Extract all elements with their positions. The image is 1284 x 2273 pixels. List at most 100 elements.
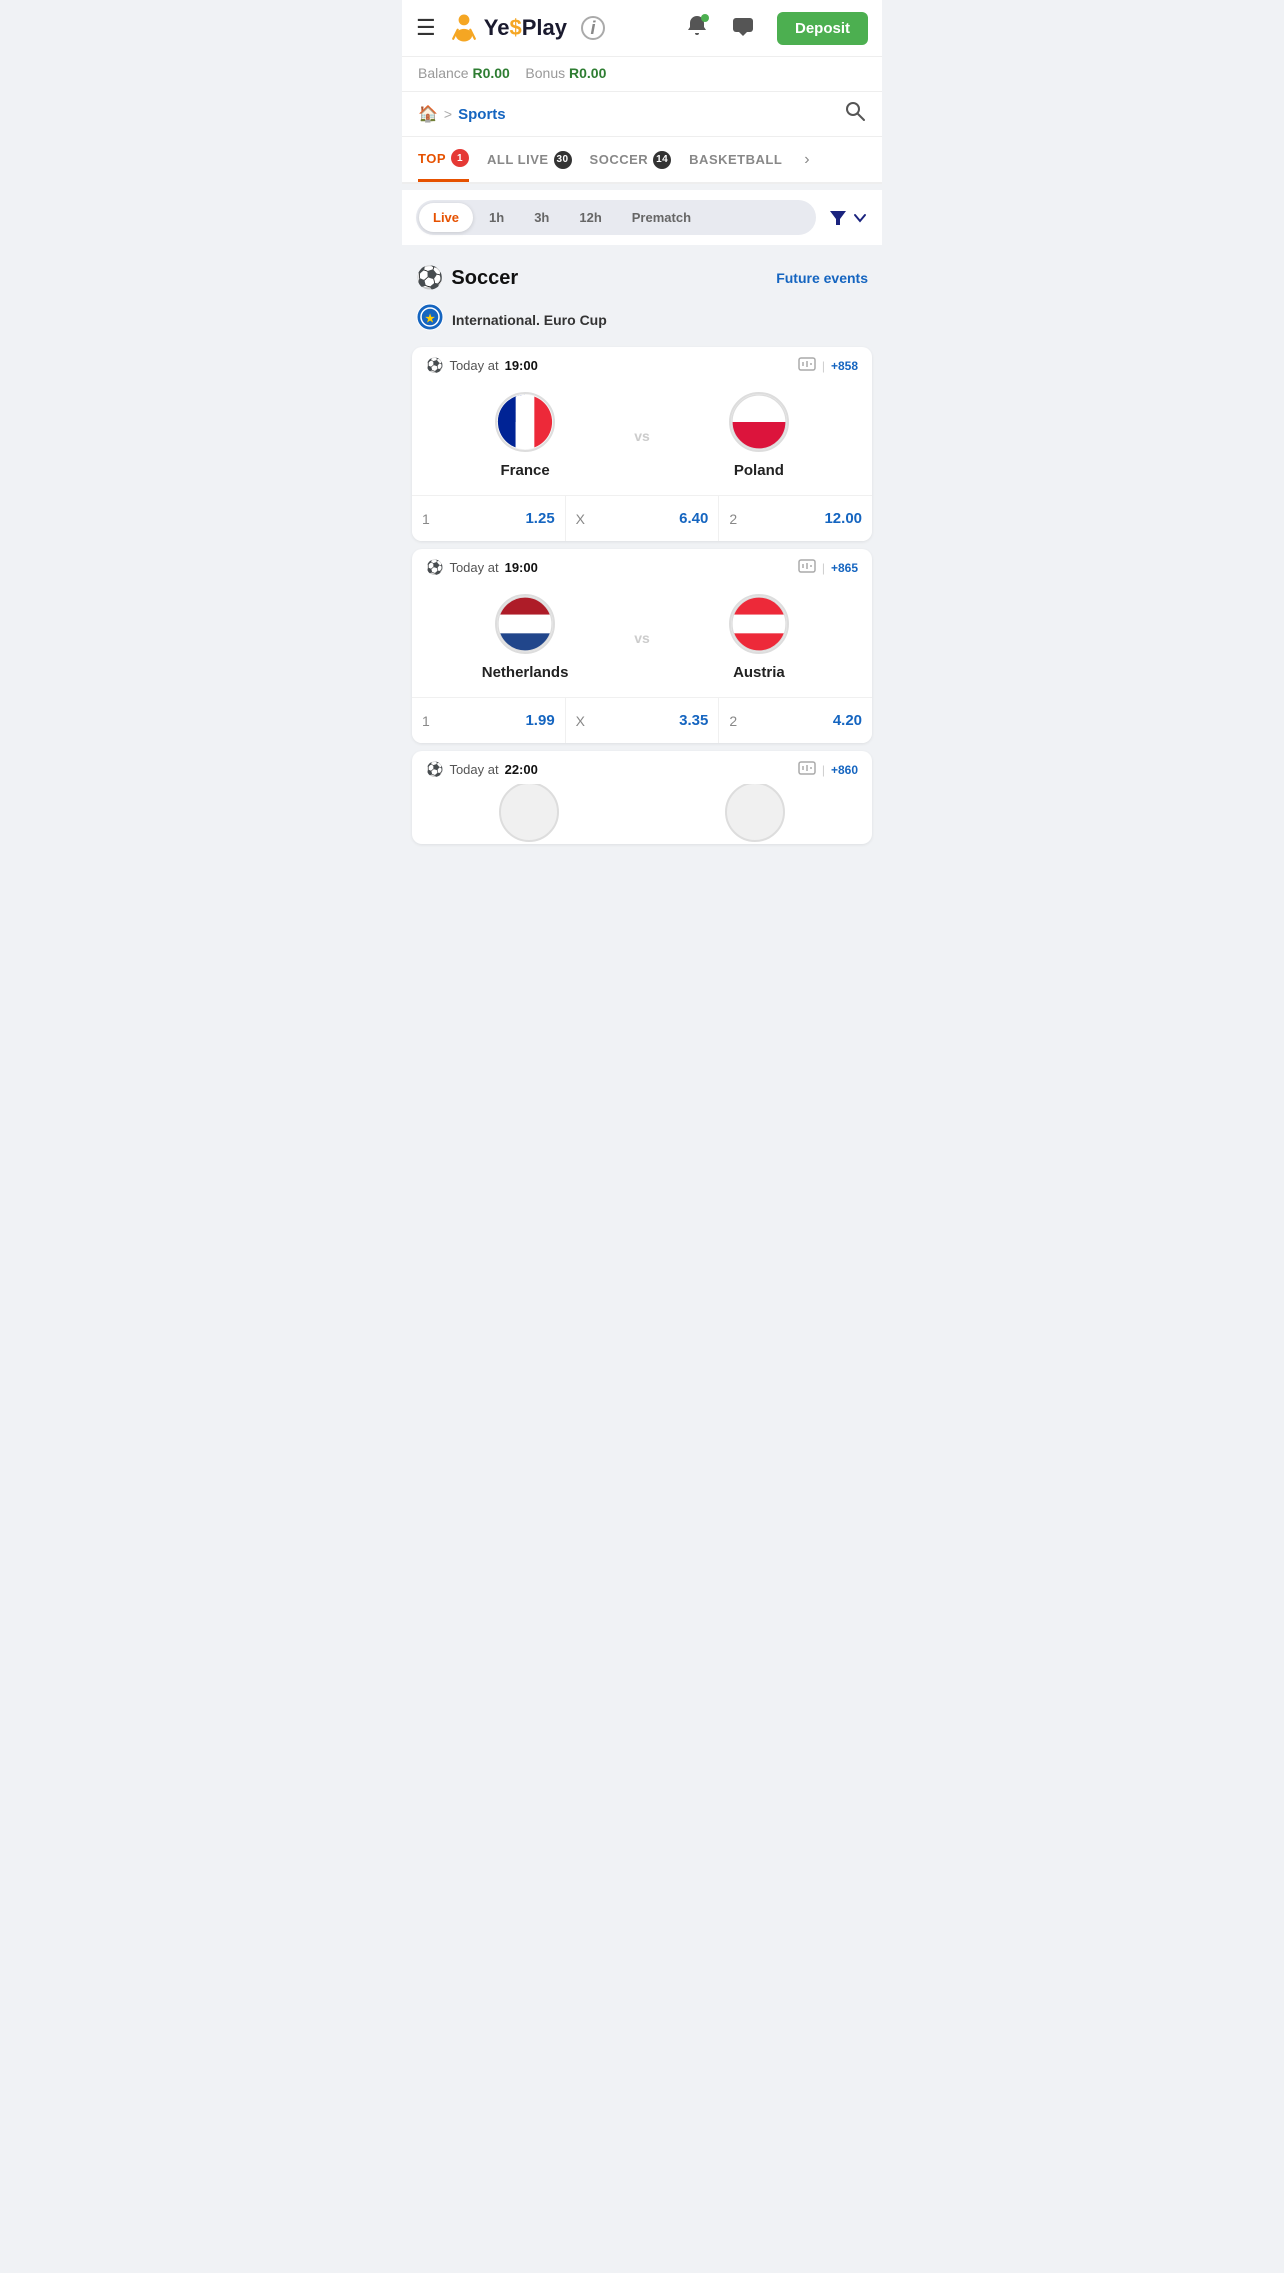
match3-home-flag <box>499 784 559 842</box>
filter-options-button[interactable] <box>828 208 868 228</box>
netherlands-flag-icon <box>497 594 553 654</box>
match2-away-name: Austria <box>733 664 785 681</box>
balance-bar: Balance R0.00 Bonus R0.00 <box>402 56 882 91</box>
tab-top-badge: 1 <box>451 149 469 167</box>
notification-bell[interactable] <box>685 14 709 43</box>
filter-prematch[interactable]: Prematch <box>618 203 705 232</box>
match2-home-flag <box>495 594 555 654</box>
breadcrumb-sports[interactable]: Sports <box>458 106 506 123</box>
logo: Ye$Play <box>446 10 567 46</box>
match1-odd-x[interactable]: X 6.40 <box>566 496 720 541</box>
search-icon[interactable] <box>844 100 866 128</box>
match2-home-name: Netherlands <box>482 664 569 681</box>
match1-home-name: France <box>501 462 550 479</box>
match2-odd-1[interactable]: 1 1.99 <box>412 698 566 743</box>
funnel-icon <box>828 208 848 228</box>
match1-odd-2[interactable]: 2 12.00 <box>719 496 872 541</box>
match-card-france-poland: ⚽ Today at 19:00 | +858 <box>412 347 872 541</box>
balance-amount: R0.00 <box>472 65 509 81</box>
match3-sport-icon: ⚽ <box>426 761 443 778</box>
tab-top[interactable]: TOP 1 <box>418 137 469 182</box>
soccer-section-title: ⚽ Soccer <box>416 265 518 291</box>
match1-oddx-value: 6.40 <box>679 510 708 527</box>
match3-plus-count: +860 <box>831 763 858 777</box>
match2-away-team: Austria <box>660 594 858 681</box>
future-events-link[interactable]: Future events <box>776 270 868 286</box>
match2-odd1-label: 1 <box>422 713 430 729</box>
match2-time-label: Today at <box>449 560 498 575</box>
match-card-netherlands-austria: ⚽ Today at 19:00 | +865 <box>412 549 872 743</box>
info-icon[interactable]: i <box>581 16 605 40</box>
league-row: ★ International. Euro Cup <box>412 297 872 347</box>
match2-away-flag <box>729 594 789 654</box>
match1-teams: France vs Poland <box>412 380 872 495</box>
match1-away-flag <box>729 392 789 452</box>
menu-icon[interactable]: ☰ <box>416 15 436 41</box>
match2-sport-icon: ⚽ <box>426 559 443 576</box>
match1-odds: 1 1.25 X 6.40 2 12.00 <box>412 495 872 541</box>
filter-row: Live 1h 3h 12h Prematch <box>402 190 882 245</box>
match2-odd-2[interactable]: 2 4.20 <box>719 698 872 743</box>
tab-all-live-label: ALL LIVE <box>487 152 549 167</box>
soccer-title-text: Soccer <box>451 267 518 290</box>
logo-figure-icon <box>446 10 482 46</box>
match2-odd2-value: 4.20 <box>833 712 862 729</box>
match2-home-team: Netherlands <box>426 594 624 681</box>
match1-stats-icon <box>798 357 816 374</box>
match2-stats: | +865 <box>798 559 858 576</box>
match2-stats-icon <box>798 559 816 576</box>
match3-stats: | +860 <box>798 761 858 778</box>
filter-live[interactable]: Live <box>419 203 473 232</box>
match-card-partial: ⚽ Today at 22:00 | +860 <box>412 751 872 844</box>
match3-home-team <box>426 784 632 842</box>
league-name: International. Euro Cup <box>452 312 607 328</box>
match1-away-team: Poland <box>660 392 858 479</box>
match1-odd-1[interactable]: 1 1.25 <box>412 496 566 541</box>
france-flag-icon <box>497 392 553 452</box>
match3-time: ⚽ Today at 22:00 <box>426 761 538 778</box>
match2-teams: Netherlands vs Austria <box>412 582 872 697</box>
match1-time-row: ⚽ Today at 19:00 | +858 <box>412 347 872 380</box>
match2-odds: 1 1.99 X 3.35 2 4.20 <box>412 697 872 743</box>
match2-odd2-label: 2 <box>729 713 737 729</box>
logo-text: Ye$Play <box>484 15 567 41</box>
tab-soccer[interactable]: SOCCER 14 <box>590 139 672 181</box>
match2-time-row: ⚽ Today at 19:00 | +865 <box>412 549 872 582</box>
match3-time-row: ⚽ Today at 22:00 | +860 <box>412 751 872 784</box>
league-icon: ★ <box>416 303 444 337</box>
austria-flag-icon <box>731 594 787 654</box>
deposit-button[interactable]: Deposit <box>777 12 868 45</box>
tab-soccer-label: SOCCER <box>590 152 649 167</box>
match1-time-value: 19:00 <box>505 358 538 373</box>
soccer-section-header: ⚽ Soccer Future events <box>412 255 872 297</box>
tab-soccer-badge: 14 <box>653 151 671 169</box>
match3-away-flag <box>725 784 785 842</box>
filter-1h[interactable]: 1h <box>475 203 518 232</box>
filter-3h[interactable]: 3h <box>520 203 563 232</box>
breadcrumb: 🏠 > Sports <box>402 91 882 137</box>
poland-flag-icon <box>731 392 787 452</box>
balance-label: Balance <box>418 65 469 81</box>
match2-oddx-label: X <box>576 713 585 729</box>
match1-sport-icon: ⚽ <box>426 357 443 374</box>
match2-odd-x[interactable]: X 3.35 <box>566 698 720 743</box>
match3-time-label: Today at <box>449 762 498 777</box>
chat-button[interactable] <box>731 14 755 43</box>
match1-vs: vs <box>624 428 660 444</box>
match1-oddx-label: X <box>576 511 585 527</box>
match1-time: ⚽ Today at 19:00 <box>426 357 538 374</box>
match1-away-name: Poland <box>734 462 784 479</box>
match2-time-value: 19:00 <box>505 560 538 575</box>
match3-time-value: 22:00 <box>505 762 538 777</box>
tab-basketball[interactable]: BASKETBALL <box>689 140 782 179</box>
match2-plus-count: +865 <box>831 561 858 575</box>
tab-basketball-label: BASKETBALL <box>689 152 782 167</box>
home-icon[interactable]: 🏠 <box>418 104 438 124</box>
tab-top-label: TOP <box>418 151 446 166</box>
filter-12h[interactable]: 12h <box>565 203 615 232</box>
match1-odd1-value: 1.25 <box>525 510 554 527</box>
tabs-chevron-right-icon[interactable]: › <box>804 151 809 169</box>
euro-cup-icon: ★ <box>416 303 444 331</box>
chat-icon <box>731 14 755 38</box>
tab-all-live[interactable]: ALL LIVE 30 <box>487 139 572 181</box>
